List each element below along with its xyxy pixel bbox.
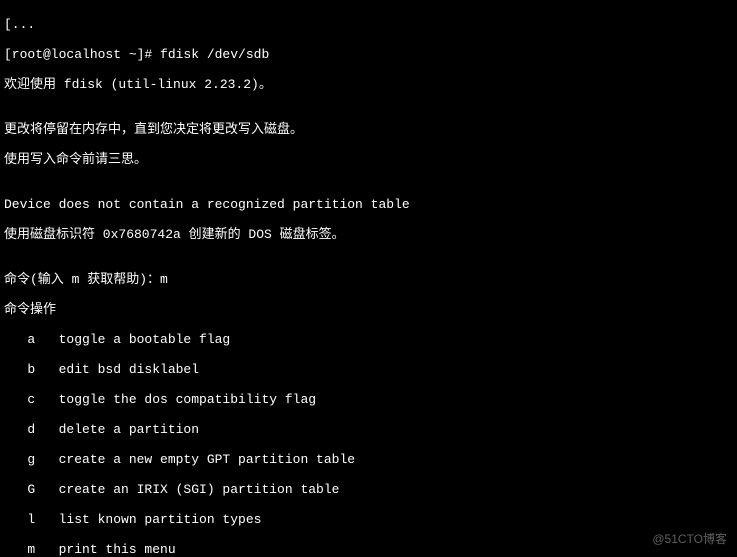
output-line: 使用写入命令前请三思。: [4, 152, 733, 167]
menu-item: a toggle a bootable flag: [4, 332, 733, 347]
menu-item: b edit bsd disklabel: [4, 362, 733, 377]
output-line: 更改将停留在内存中，直到您决定将更改写入磁盘。: [4, 122, 733, 137]
output-line: 使用磁盘标识符 0x7680742a 创建新的 DOS 磁盘标签。: [4, 227, 733, 242]
menu-item: g create a new empty GPT partition table: [4, 452, 733, 467]
prompt-line: 命令(输入 m 获取帮助)：m: [4, 272, 733, 287]
menu-item: c toggle the dos compatibility flag: [4, 392, 733, 407]
output-line: [...: [4, 17, 733, 32]
menu-item: l list known partition types: [4, 512, 733, 527]
output-line: Device does not contain a recognized par…: [4, 197, 733, 212]
output-line: 命令操作: [4, 302, 733, 317]
output-line: 欢迎使用 fdisk (util-linux 2.23.2)。: [4, 77, 733, 92]
menu-item: d delete a partition: [4, 422, 733, 437]
watermark: @51CTO博客: [652, 532, 727, 547]
terminal-output[interactable]: [... [root@localhost ~]# fdisk /dev/sdb …: [0, 0, 737, 557]
menu-item: m print this menu: [4, 542, 733, 557]
prompt-line: [root@localhost ~]# fdisk /dev/sdb: [4, 47, 733, 62]
menu-item: G create an IRIX (SGI) partition table: [4, 482, 733, 497]
